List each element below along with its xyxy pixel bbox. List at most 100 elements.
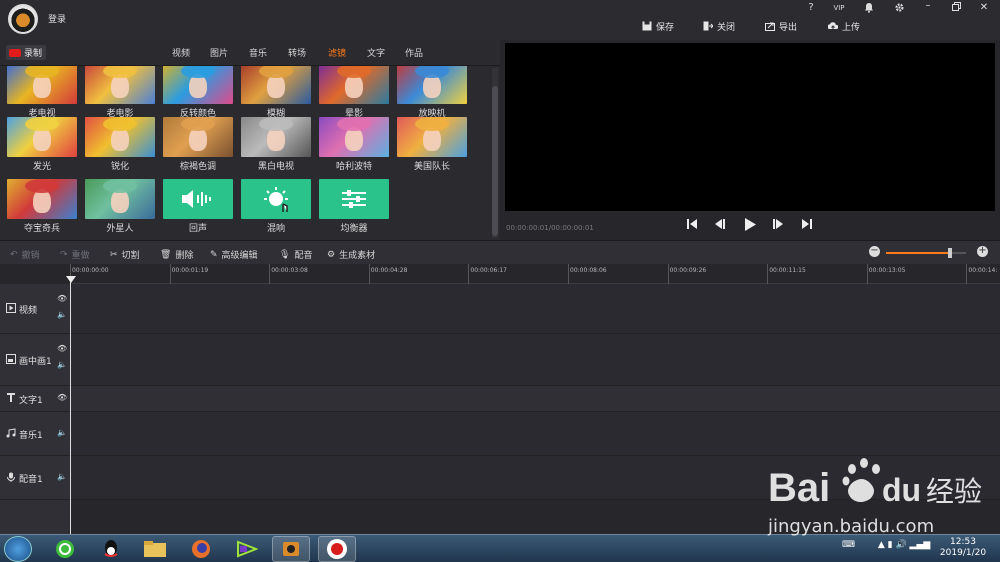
zoom-out-icon[interactable]: − (869, 246, 880, 257)
redo-button[interactable]: ↷ 重做 (60, 248, 90, 262)
filter-item[interactable]: 老电视 (6, 66, 78, 119)
filter-item[interactable]: 反转颜色 (162, 66, 234, 119)
taskbar-app-firefox[interactable] (182, 536, 220, 562)
playhead-line[interactable] (70, 277, 71, 535)
play-icon[interactable] (743, 218, 757, 234)
filter-item[interactable]: 黑白电视 (240, 117, 312, 172)
filter-label: 棕褐色调 (179, 162, 216, 172)
filter-item[interactable]: 外星人 (84, 179, 156, 234)
bell-icon[interactable] (860, 2, 878, 16)
filter-item[interactable]: 老电影 (84, 66, 156, 119)
vip-icon[interactable]: VIP (830, 4, 848, 12)
zoom-slider-fill (886, 252, 950, 254)
skip-end-icon[interactable] (800, 218, 814, 234)
filter-item[interactable]: 夺宝奇兵 (6, 179, 78, 234)
help-button[interactable]: ? (802, 2, 820, 13)
filter-item[interactable]: 锐化 (84, 117, 156, 172)
visibility-icon[interactable]: 👁 (57, 294, 67, 303)
echo-icon (163, 179, 233, 219)
filter-item[interactable]: 放映机 (396, 66, 468, 119)
upload-button[interactable]: 上传 (828, 19, 860, 33)
step-back-icon[interactable] (713, 218, 727, 234)
track-header: 配音1 🔈 (0, 456, 70, 500)
volume-icon[interactable]: 🔈 (57, 310, 67, 319)
close-icon[interactable]: ✕ (975, 2, 993, 13)
filter-item[interactable]: 发光 (6, 117, 78, 172)
filter-thumbnail (319, 117, 389, 157)
export-button[interactable]: 导出 (765, 19, 797, 33)
volume-icon[interactable]: 🔈 (57, 428, 67, 437)
ruler-label: 00:00:08:06 (570, 267, 607, 274)
library-scrollbar[interactable] (492, 68, 498, 238)
timeline-track[interactable]: 视频 👁 🔈 (0, 284, 1000, 334)
dub-button[interactable]: 🎙 配音 (279, 248, 312, 262)
track-body[interactable] (71, 334, 1000, 386)
close-project-button[interactable]: 关闭 (703, 19, 735, 33)
volume-icon[interactable]: 🔈 (57, 472, 67, 481)
track-label: 视频 (19, 306, 38, 316)
track-body[interactable] (71, 284, 1000, 334)
save-button[interactable]: 保存 (642, 19, 674, 33)
filter-item[interactable]: 哈利波特 (318, 117, 390, 172)
taskbar-app-recorder[interactable] (318, 536, 356, 562)
ruler-tick (368, 264, 370, 284)
track-body[interactable] (71, 386, 1000, 412)
tab-transition[interactable]: 转场 (288, 46, 306, 59)
ruler-label: 00:00:03:08 (271, 267, 308, 274)
taskbar-app-explorer[interactable] (136, 536, 174, 562)
ruler-tick (866, 264, 868, 284)
record-button[interactable]: 录制 (6, 45, 46, 60)
tab-image[interactable]: 图片 (210, 46, 228, 59)
tab-filter[interactable]: 滤镜 (328, 46, 346, 59)
tab-text[interactable]: 文字 (367, 46, 385, 59)
mic-icon (6, 472, 16, 485)
export-icon (765, 22, 775, 31)
undo-button[interactable]: ↶ 撤销 (10, 248, 40, 262)
filter-item[interactable]: 棕褐色调 (162, 117, 234, 172)
filter-item[interactable]: 模糊 (240, 66, 312, 119)
maximize-icon[interactable] (947, 2, 965, 14)
generate-button[interactable]: ⚙ 生成素材 (327, 248, 375, 262)
advanced-edit-button[interactable]: ✎ 高级编辑 (210, 248, 258, 262)
timeline-ruler[interactable]: 00:00:00:00 00:00:01:19 00:00:03:08 00:00:0… (70, 264, 1000, 284)
track-body[interactable] (71, 412, 1000, 456)
filter-item[interactable]: 美国队长 (396, 117, 468, 172)
taskbar-app-media[interactable] (228, 536, 266, 562)
visibility-icon[interactable]: 👁 (57, 344, 67, 353)
taskbar-app-360[interactable] (46, 536, 84, 562)
filter-thumbnail (85, 117, 155, 157)
filter-item[interactable]: 混响 (240, 179, 312, 234)
filter-item[interactable]: 回声 (162, 179, 234, 234)
playhead-handle[interactable] (66, 276, 76, 283)
filter-thumbnail (163, 117, 233, 157)
skip-start-icon[interactable] (685, 218, 699, 234)
minimize-icon[interactable]: – (919, 0, 937, 11)
tab-video[interactable]: 视频 (172, 46, 190, 59)
zoom-slider-handle[interactable] (948, 248, 952, 258)
gear-icon[interactable] (890, 2, 908, 16)
tab-works[interactable]: 作品 (405, 46, 423, 59)
app-logo[interactable] (8, 4, 38, 34)
step-forward-icon[interactable] (771, 218, 785, 234)
timeline-track[interactable]: 音乐1 🔈 (0, 412, 1000, 456)
volume-icon[interactable]: 🔈 (57, 360, 67, 369)
filter-thumbnail (85, 66, 155, 104)
taskbar-app-qq[interactable] (92, 536, 130, 562)
undo-label: 撤销 (21, 251, 40, 261)
tab-music[interactable]: 音乐 (249, 46, 267, 59)
filter-item[interactable]: 晕影 (318, 66, 390, 119)
cut-button[interactable]: ✂ 切割 (110, 248, 140, 262)
track-label: 画中画1 (19, 357, 52, 367)
visibility-icon[interactable]: 👁 (57, 393, 67, 402)
cut-label: 切割 (121, 251, 140, 261)
delete-button[interactable]: 🗑 删除 (160, 248, 193, 262)
filter-item[interactable]: 均衡器 (318, 179, 390, 234)
ruler-label: 00:00:04:28 (370, 267, 408, 274)
timeline-track[interactable]: 文字1 👁 (0, 386, 1000, 412)
timeline-track[interactable]: 画中画1 👁 🔈 (0, 334, 1000, 386)
taskbar-app-video-editor[interactable] (272, 536, 310, 562)
start-button[interactable] (4, 536, 32, 562)
login-link[interactable]: 登录 (48, 12, 66, 25)
zoom-in-icon[interactable]: + (977, 246, 988, 257)
edit-toolbar: ↶ 撤销 ↷ 重做 ✂ 切割 🗑 删除 ✎ 高级编辑 🎙 配音 ⚙ 生成素材 − + (0, 240, 1000, 264)
